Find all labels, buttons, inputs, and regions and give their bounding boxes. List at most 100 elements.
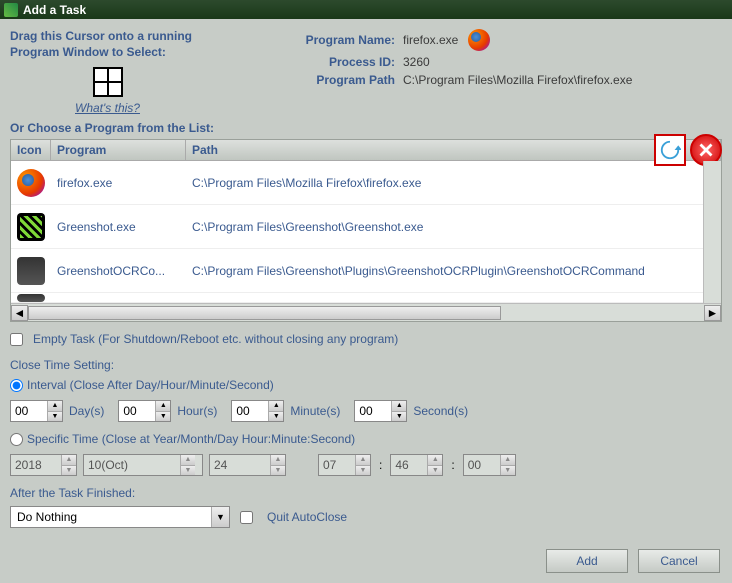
dialog-content: Drag this Cursor onto a running Program … <box>0 19 732 583</box>
col-header-icon[interactable]: Icon <box>11 140 51 160</box>
list-item[interactable]: firefox.exe C:\Program Files\Mozilla Fir… <box>11 161 721 205</box>
sp-minute-input[interactable] <box>391 455 427 475</box>
minute-spinner[interactable]: ▲▼ <box>231 400 284 422</box>
path-cell: C:\Program Files\Mozilla Firefox\firefox… <box>186 176 721 190</box>
down-icon[interactable]: ▼ <box>428 466 442 476</box>
up-icon[interactable]: ▲ <box>62 455 76 466</box>
day-unit: Day(s) <box>69 404 104 418</box>
hour-unit: Hour(s) <box>177 404 217 418</box>
program-cell: GreenshotOCRCo... <box>51 264 186 278</box>
year-spinner[interactable]: ▲▼ <box>10 454 77 476</box>
up-icon[interactable]: ▲ <box>501 455 515 466</box>
firefox-icon <box>17 169 45 197</box>
program-cell: firefox.exe <box>51 176 186 190</box>
cancel-button[interactable]: Cancel <box>638 549 720 573</box>
up-icon[interactable]: ▲ <box>392 401 406 412</box>
program-info: Program Name: firefox.exe Process ID: 32… <box>265 29 632 115</box>
empty-task-checkbox[interactable] <box>10 333 23 346</box>
list-item[interactable] <box>11 293 721 303</box>
up-icon[interactable]: ▲ <box>156 401 170 412</box>
sp-hour-spinner[interactable]: ▲▼ <box>318 454 371 476</box>
month-spinner[interactable]: ▲▼ <box>83 454 203 476</box>
process-id-label: Process ID: <box>265 55 395 69</box>
sp-minute-spinner[interactable]: ▲▼ <box>390 454 443 476</box>
day-input[interactable] <box>11 401 47 421</box>
scroll-right-button[interactable]: ► <box>704 305 721 321</box>
list-body: firefox.exe C:\Program Files\Mozilla Fir… <box>11 161 721 303</box>
list-header: Icon Program Path <box>11 140 721 161</box>
scroll-thumb[interactable] <box>28 306 501 320</box>
down-icon[interactable]: ▼ <box>392 412 406 422</box>
path-cell: C:\Program Files\Greenshot\Greenshot.exe <box>186 220 721 234</box>
quit-autoclose-label[interactable]: Quit AutoClose <box>267 510 347 524</box>
partial-icon <box>17 294 45 302</box>
down-icon[interactable]: ▼ <box>48 412 62 422</box>
app-icon <box>4 3 18 17</box>
day-spinner[interactable]: ▲▼ <box>209 454 286 476</box>
program-cell: Greenshot.exe <box>51 220 186 234</box>
crosshair-picker[interactable] <box>93 67 123 97</box>
col-header-program[interactable]: Program <box>51 140 186 160</box>
program-name-label: Program Name: <box>265 33 395 47</box>
sp-second-input[interactable] <box>464 455 500 475</box>
sp-hour-input[interactable] <box>319 455 355 475</box>
specific-time-label[interactable]: Specific Time (Close at Year/Month/Day H… <box>27 432 355 446</box>
up-icon[interactable]: ▲ <box>269 401 283 412</box>
vertical-scrollbar[interactable] <box>703 161 721 303</box>
sp-second-spinner[interactable]: ▲▼ <box>463 454 516 476</box>
up-icon[interactable]: ▲ <box>271 455 285 466</box>
horizontal-scrollbar[interactable]: ◄ ► <box>11 303 721 321</box>
after-action-value: Do Nothing <box>11 510 211 524</box>
second-input[interactable] <box>355 401 391 421</box>
year-input[interactable] <box>11 455 61 475</box>
up-icon[interactable]: ▲ <box>48 401 62 412</box>
whats-this-link[interactable]: What's this? <box>75 101 140 115</box>
down-icon[interactable]: ▼ <box>156 412 170 422</box>
empty-task-label[interactable]: Empty Task (For Shutdown/Reboot etc. wit… <box>33 332 398 346</box>
program-name-value: firefox.exe <box>403 33 458 47</box>
down-icon[interactable]: ▼ <box>62 466 76 476</box>
interval-label[interactable]: Interval (Close After Day/Hour/Minute/Se… <box>27 378 274 392</box>
second-spinner[interactable]: ▲▼ <box>354 400 407 422</box>
down-icon[interactable]: ▼ <box>271 466 285 476</box>
program-path-label: Program Path <box>265 73 395 87</box>
down-icon[interactable]: ▼ <box>181 466 195 476</box>
down-icon[interactable]: ▼ <box>501 466 515 476</box>
up-icon[interactable]: ▲ <box>356 455 370 466</box>
specific-time-radio[interactable] <box>10 433 23 446</box>
down-icon[interactable]: ▼ <box>269 412 283 422</box>
after-action-select[interactable]: Do Nothing ▼ <box>10 506 230 528</box>
down-icon[interactable]: ▼ <box>356 466 370 476</box>
day-spinner[interactable]: ▲▼ <box>10 400 63 422</box>
up-icon[interactable]: ▲ <box>181 455 195 466</box>
list-item[interactable]: Greenshot.exe C:\Program Files\Greenshot… <box>11 205 721 249</box>
minute-input[interactable] <box>232 401 268 421</box>
second-unit: Second(s) <box>413 404 468 418</box>
up-icon[interactable]: ▲ <box>428 455 442 466</box>
scroll-left-button[interactable]: ◄ <box>11 305 28 321</box>
list-item[interactable]: GreenshotOCRCo... C:\Program Files\Green… <box>11 249 721 293</box>
program-list: Icon Program Path firefox.exe C:\Program… <box>10 139 722 322</box>
titlebar: Add a Task <box>0 0 732 19</box>
month-input[interactable] <box>84 455 180 475</box>
chevron-down-icon[interactable]: ▼ <box>211 507 229 527</box>
program-path-value: C:\Program Files\Mozilla Firefox\firefox… <box>403 73 632 87</box>
day-input[interactable] <box>210 455 270 475</box>
scroll-track[interactable] <box>28 305 704 321</box>
window-title: Add a Task <box>23 3 86 17</box>
ocr-icon <box>17 257 45 285</box>
hour-input[interactable] <box>119 401 155 421</box>
cursor-picker-area: Drag this Cursor onto a running Program … <box>10 29 205 115</box>
close-time-label: Close Time Setting: <box>10 358 722 372</box>
after-finished-label: After the Task Finished: <box>10 486 722 500</box>
path-cell: C:\Program Files\Greenshot\Plugins\Green… <box>186 264 721 278</box>
close-icon <box>695 139 717 161</box>
col-header-path[interactable]: Path <box>186 140 721 160</box>
hour-spinner[interactable]: ▲▼ <box>118 400 171 422</box>
add-button[interactable]: Add <box>546 549 628 573</box>
interval-radio[interactable] <box>10 379 23 392</box>
choose-program-label: Or Choose a Program from the List: <box>10 121 722 135</box>
minute-unit: Minute(s) <box>290 404 340 418</box>
quit-autoclose-checkbox[interactable] <box>240 511 253 524</box>
greenshot-icon <box>17 213 45 241</box>
